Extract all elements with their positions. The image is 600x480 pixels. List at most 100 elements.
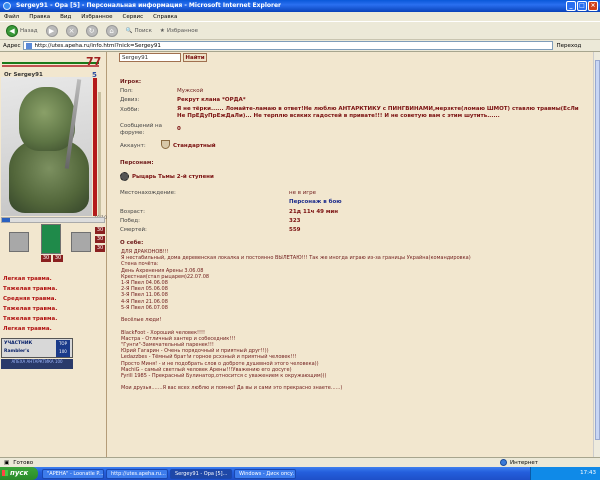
menu-favorites[interactable]: Избранное [81, 14, 112, 21]
knight-icon [120, 172, 129, 181]
experience-bar [1, 217, 105, 223]
field-value: Я не тёрки...... Ломайте-ламаю в ответ!Н… [177, 106, 579, 119]
slot-value: 30 [95, 236, 105, 243]
character-panel: 77 Ог Sergey91 5 10/10 30 30 30 30 30 [0, 52, 107, 457]
about-text: ДЛЯ ДРАКОНОВ!!! Я нестабильный, дома дер… [121, 249, 471, 392]
favorites-label: Избранное [166, 27, 199, 34]
rambler-badge[interactable]: УЧАСТНИК Rambler's TOP 100 [1, 338, 73, 358]
home-icon: ⌂ [105, 24, 118, 37]
equipment-slots: 30 30 30 30 30 [1, 224, 105, 264]
trauma-list: Легкая травма. Тяжелая травма. Средняя т… [3, 274, 57, 334]
title-bar[interactable]: Sergey91 - Ора [5] - Персональная информ… [0, 0, 600, 12]
address-bar: Адрес http://utes.apeha.ru/info.html?nic… [0, 40, 600, 52]
equip-slot-center[interactable] [41, 224, 61, 254]
location-value: не в игре [289, 190, 317, 196]
refresh-icon: ↻ [85, 24, 98, 37]
badge-top: TOP 100 [56, 340, 70, 357]
minimize-icon[interactable]: _ [566, 1, 576, 11]
taskbar: пуск "АРЕНА" - Loonatle P... http://utes… [0, 467, 600, 480]
page-icon [26, 43, 33, 49]
search-icon: 🔍 [125, 27, 133, 34]
ie-logo-icon [3, 2, 11, 10]
find-button[interactable]: Найти [183, 53, 207, 62]
slot-value: 30 [53, 255, 63, 262]
badge-line2: Rambler's [4, 349, 30, 354]
health-vertical-bar [93, 78, 97, 216]
task-button[interactable]: Sergey91 - Ора [5]... [170, 468, 232, 479]
account-shield-icon [161, 140, 170, 149]
window-title: Sergey91 - Ора [5] - Персональная информ… [16, 2, 281, 9]
field-value: Рекрут клана *ОРДА* [177, 97, 246, 103]
trauma-item: Средняя травма. [3, 296, 57, 302]
trauma-item: Тяжелая травма. [3, 286, 58, 292]
menu-file[interactable]: Файл [4, 14, 19, 21]
address-input[interactable]: http://utes.apeha.ru/info.html?nick=Serg… [23, 41, 554, 50]
badge-line1: УЧАСТНИК [4, 341, 33, 346]
section-titles: Персонам: [120, 160, 154, 166]
field-value: 0 [177, 126, 181, 132]
trauma-item: Тяжелая травма. [3, 306, 58, 312]
field-label: Девиз: [120, 97, 140, 103]
menu-edit[interactable]: Правка [29, 14, 50, 21]
nick-input[interactable]: Sergey91 [119, 53, 181, 62]
field-value: Стандартный [173, 143, 216, 149]
energy-vertical-bar [98, 92, 101, 216]
status-bar: ▣ Готово Интернет [0, 457, 600, 467]
start-button[interactable]: пуск [0, 467, 38, 480]
back-label: Назад [20, 27, 38, 34]
menu-tools[interactable]: Сервис [123, 14, 144, 21]
page-viewport: 77 Ог Sergey91 5 10/10 30 30 30 30 30 [0, 52, 593, 457]
go-button[interactable]: Переход [556, 43, 581, 49]
globe-icon [500, 459, 507, 466]
maximize-icon[interactable]: □ [577, 1, 587, 11]
mana-bar [2, 65, 99, 67]
location-extra[interactable]: Персонаж в бою [289, 199, 342, 205]
home-button[interactable]: ⌂ [105, 24, 118, 37]
menu-bar: Файл Правка Вид Избранное Сервис Справка [0, 12, 600, 22]
field-value: Мужской [177, 88, 204, 94]
menu-help[interactable]: Справка [153, 14, 177, 21]
star-icon: ★ [159, 27, 165, 34]
age-label: Возраст: [120, 209, 146, 215]
address-url: http://utes.apeha.ru/info.html?nick=Serg… [34, 43, 161, 49]
search-button[interactable]: 🔍 Поиск [126, 28, 152, 34]
forward-arrow-icon: ▶ [45, 24, 58, 37]
task-button[interactable]: Windows - Диск опсу... [234, 468, 296, 479]
wins-label: Побед: [120, 218, 140, 224]
field-label: Хобби: [120, 107, 140, 113]
task-button[interactable]: "АРЕНА" - Loonatle P... [42, 468, 104, 479]
vertical-scrollbar[interactable] [593, 52, 600, 457]
equip-slot-left[interactable] [9, 232, 29, 252]
back-arrow-icon: ◀ [6, 24, 18, 37]
stop-button[interactable]: × [65, 24, 78, 37]
slot-value: 30 [41, 255, 51, 262]
character-portrait [1, 77, 92, 216]
deaths-label: Смертей: [120, 227, 147, 233]
page-done-icon: ▣ [4, 459, 10, 466]
section-about: О себе: [120, 240, 144, 246]
slot-value: 30 [95, 245, 105, 252]
age-value: 21д 11ч 49 мин [289, 209, 339, 215]
menu-view[interactable]: Вид [60, 14, 71, 21]
apeha-badge[interactable]: АПЕХА АНТАРКТИКА 100 [1, 359, 73, 369]
task-list: "АРЕНА" - Loonatle P... http://utes.apeh… [42, 468, 296, 479]
slot-value: 30 [95, 227, 105, 234]
location-label: Местонахождение: [120, 190, 176, 196]
equip-slot-right[interactable] [71, 232, 91, 252]
forward-button[interactable]: ▶ [45, 24, 58, 37]
window-controls: _ □ × [566, 1, 598, 11]
toolbar: ◀ Назад ▶ × ↻ ⌂ 🔍 Поиск ★ Избранное [0, 22, 600, 40]
back-button[interactable]: ◀ Назад [6, 24, 38, 37]
refresh-button[interactable]: ↻ [85, 24, 98, 37]
wins-value: 323 [289, 218, 301, 224]
hp-bar [2, 62, 99, 64]
deaths-value: 559 [289, 227, 301, 233]
field-label: Аккаунт: [120, 143, 146, 149]
close-icon[interactable]: × [588, 1, 598, 11]
search-label: Поиск [134, 27, 152, 34]
browser-window: Sergey91 - Ора [5] - Персональная информ… [0, 0, 600, 480]
title-value: Рыцарь Тьмы 2-й ступени [132, 174, 214, 180]
favorites-button[interactable]: ★ Избранное [160, 28, 198, 34]
task-button[interactable]: http://utes.apeha.ru... [106, 468, 168, 479]
trauma-item: Легкая травма. [3, 326, 52, 332]
